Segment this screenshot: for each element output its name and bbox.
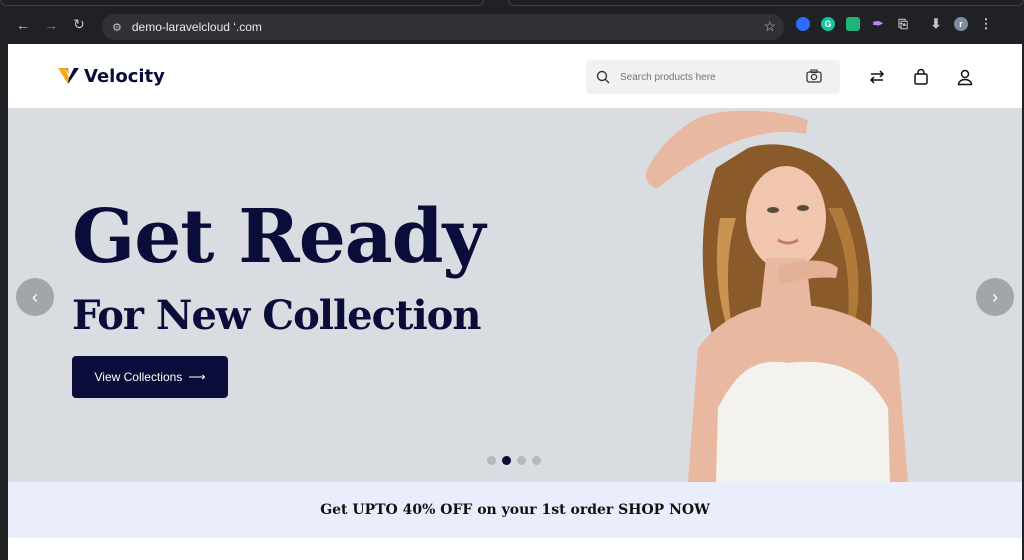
grammarly-icon[interactable]: G — [821, 17, 835, 31]
model-photo — [645, 110, 908, 482]
carousel-next-button[interactable]: › — [976, 278, 1014, 316]
bookmark-star-icon[interactable]: ☆ — [763, 18, 776, 35]
search-input[interactable] — [620, 71, 790, 83]
back-icon[interactable]: ← — [16, 17, 30, 33]
brand-name: Velocity — [84, 65, 165, 87]
carousel-dot-4[interactable] — [532, 456, 541, 465]
site-header: Velocity — [8, 44, 1022, 108]
search-bar[interactable] — [586, 60, 840, 94]
profile-avatar[interactable]: r — [954, 17, 968, 31]
carousel-dot-3[interactable] — [517, 456, 526, 465]
url-text[interactable]: demo-laravelcloud ‘.com — [132, 20, 262, 34]
tab-edge-left — [0, 0, 484, 6]
web-page: Velocity Search products here Get Ready … — [8, 44, 1022, 560]
extensions-bar: G ✒ ⎘ ⬇ r ⋮ — [796, 17, 993, 31]
carousel-prev-button[interactable]: ‹ — [16, 278, 54, 316]
forward-icon[interactable]: → — [44, 17, 58, 33]
brand-logo[interactable]: Velocity — [56, 64, 165, 88]
browser-nav: ← → ↻ — [16, 16, 86, 33]
browser-toolbar: ← → ↻ ⚙ demo-laravelcloud ‘.com ☆ G ✒ ⎘ … — [0, 0, 1024, 44]
shopping-bag-icon[interactable] — [912, 68, 930, 86]
camera-search-icon[interactable] — [806, 69, 822, 83]
reload-icon[interactable]: ↻ — [72, 16, 86, 33]
hero-subtitle: For New Collection — [72, 292, 481, 339]
carousel-dot-1[interactable] — [487, 456, 496, 465]
browser-menu-icon[interactable]: ⋮ — [979, 17, 993, 31]
hero-title: Get Ready — [72, 194, 485, 280]
chevron-right-icon: › — [992, 286, 998, 307]
tab-edge-right — [508, 0, 1024, 6]
download-icon[interactable]: ⬇ — [929, 17, 943, 31]
search-icon — [596, 70, 610, 84]
arrow-right-icon: ⟶ — [188, 370, 206, 384]
feather-extension-icon[interactable]: ✒ — [871, 17, 885, 31]
view-collections-label: View Collections — [94, 370, 183, 384]
hero-carousel: Get Ready For New Collection View Collec… — [8, 108, 1022, 482]
extension-blue-icon[interactable] — [796, 17, 810, 31]
promo-banner[interactable]: Get UPTO 40% OFF on your 1st order SHOP … — [8, 482, 1022, 538]
compare-icon[interactable] — [868, 68, 886, 86]
carousel-dot-2[interactable] — [502, 456, 511, 465]
extensions-puzzle-icon[interactable]: ⎘ — [896, 17, 910, 31]
address-bar[interactable]: ⚙ demo-laravelcloud ‘.com ☆ — [102, 14, 784, 40]
carousel-dots — [487, 456, 541, 465]
user-account-icon[interactable] — [956, 68, 974, 86]
view-collections-button[interactable]: View Collections ⟶ — [72, 356, 228, 398]
site-info-icon[interactable]: ⚙ — [112, 21, 122, 34]
promo-text: Get UPTO 40% OFF on your 1st order SHOP … — [320, 502, 710, 518]
chevron-left-icon: ‹ — [32, 286, 38, 307]
velocity-logo-icon — [58, 68, 79, 84]
shield-extension-icon[interactable] — [846, 17, 860, 31]
